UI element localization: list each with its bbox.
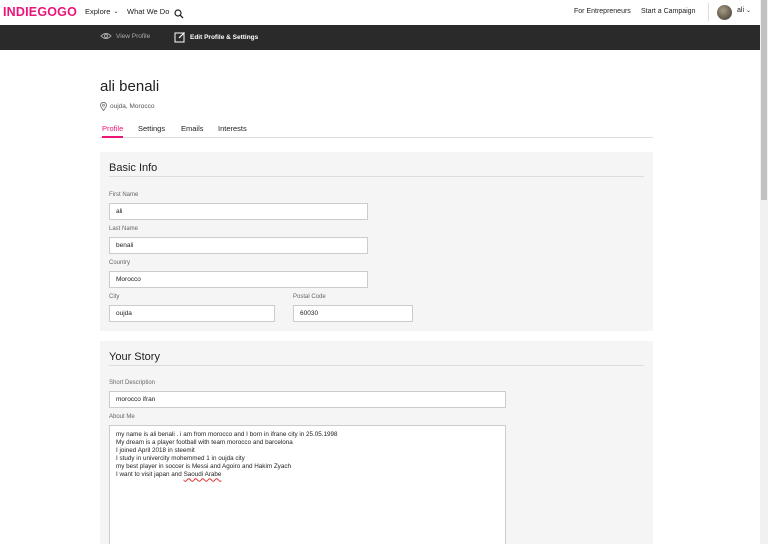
city-label: City <box>109 294 120 300</box>
profile-subnav: View Profile Edit Profile & Settings <box>0 25 760 50</box>
postal-code-label: Postal Code <box>293 294 326 300</box>
basic-info-title: Basic Info <box>109 162 158 174</box>
user-menu[interactable]: ali ⌄ <box>737 7 751 14</box>
about-me-line: My dream is a player football with team … <box>116 439 293 447</box>
about-me-line: my name is ali benali . i am from morocc… <box>116 431 338 438</box>
about-me-line: my best player in soccer is Messi and Ag… <box>116 463 291 471</box>
for-entrepreneurs-link[interactable]: For Entrepreneurs <box>574 8 631 15</box>
country-field[interactable]: Morocco <box>109 271 368 288</box>
edit-profile-label: Edit Profile & Settings <box>190 33 259 41</box>
divider <box>109 176 644 177</box>
profile-location: oujda, Morocco <box>100 102 154 111</box>
top-navbar: INDIEGOGO Explore ⌄ What We Do For Entre… <box>0 0 760 25</box>
city-field[interactable]: oujda <box>109 305 275 322</box>
about-me-line: I want to visit japan and <box>116 471 184 479</box>
user-name: ali <box>737 7 745 14</box>
tab-settings[interactable]: Settings <box>138 124 165 138</box>
profile-tabs: Profile Settings Emails Interests <box>100 124 653 138</box>
your-story-card: Your Story Short Description morocco ifr… <box>100 341 653 544</box>
tab-profile[interactable]: Profile <box>102 124 124 138</box>
short-description-field[interactable]: morocco ifran <box>109 391 506 408</box>
first-name-field[interactable]: ali <box>109 203 368 220</box>
nav-divider <box>708 3 709 21</box>
postal-code-field[interactable]: 60030 <box>293 305 413 322</box>
location-text: oujda, Morocco <box>110 103 155 110</box>
about-me-last-line: I want to visit japan and Saoudi Arabe <box>116 471 499 479</box>
chevron-down-icon: ⌄ <box>113 9 119 15</box>
about-me-textarea[interactable]: my name is ali benali . i am from morocc… <box>109 425 506 544</box>
tab-emails[interactable]: Emails <box>181 124 204 138</box>
last-name-field[interactable]: benali <box>109 237 368 254</box>
indiegogo-logo[interactable]: INDIEGOGO <box>3 5 77 19</box>
about-me-line: I joined April 2018 in steemit <box>116 447 195 455</box>
view-profile-link[interactable]: View Profile <box>100 32 150 40</box>
divider <box>109 365 644 366</box>
eye-icon <box>100 33 112 39</box>
edit-icon <box>174 32 185 43</box>
first-name-label: First Name <box>109 192 139 198</box>
basic-info-card: Basic Info First Name ali Last Name bena… <box>100 152 653 331</box>
scrollbar-thumb[interactable] <box>761 0 767 200</box>
search-icon[interactable] <box>174 6 184 19</box>
profile-name: ali benali <box>100 78 160 95</box>
about-me-line: I study in univercity mohemmed 1 in oujd… <box>116 455 245 463</box>
chevron-down-icon: ⌄ <box>746 8 752 14</box>
short-description-label: Short Description <box>109 380 156 386</box>
tab-interests[interactable]: Interests <box>218 124 247 138</box>
explore-label: Explore <box>85 7 111 16</box>
start-campaign-link[interactable]: Start a Campaign <box>641 8 695 15</box>
last-name-label: Last Name <box>109 226 139 232</box>
spellcheck-flagged-text: Saoudi Arabe <box>183 471 222 479</box>
what-we-do-link[interactable]: What We Do <box>127 7 169 16</box>
your-story-title: Your Story <box>109 351 160 363</box>
explore-menu[interactable]: Explore ⌄ <box>85 7 118 16</box>
view-profile-label: View Profile <box>116 32 151 40</box>
edit-profile-link[interactable]: Edit Profile & Settings <box>174 31 258 43</box>
about-me-label: About Me <box>109 414 135 420</box>
avatar[interactable] <box>717 5 732 20</box>
country-label: Country <box>109 260 131 266</box>
location-pin-icon <box>100 102 107 111</box>
